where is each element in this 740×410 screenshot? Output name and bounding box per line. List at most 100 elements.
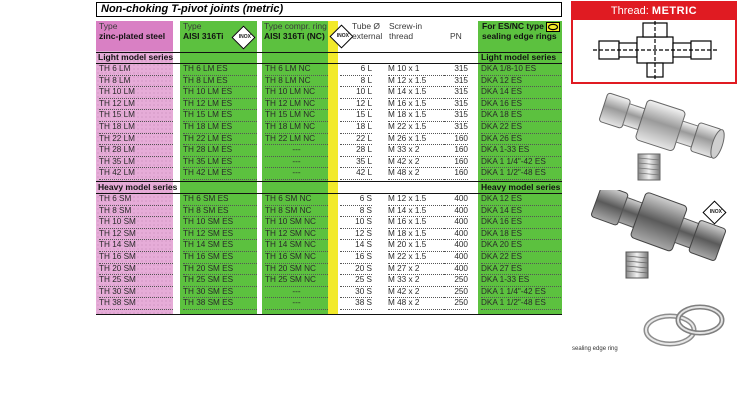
cell-nc-type: TH 10 SM NC [265,217,328,229]
table-row: TH 8 LM TH 8 LM ES TH 8 LM NC 8 L M 12 x 1.5… [0,76,740,88]
cell-tube: 15 L [340,110,372,122]
cell-zinc-type: TH 16 SM [99,252,173,264]
cell-thread: M 26 x 1.5 [388,134,444,146]
cell-pn: 160 [444,168,468,180]
cell-pn: 315 [444,76,468,88]
cell-nc-type: TH 6 LM NC [265,64,328,76]
cell-aisi-type: TH 12 LM ES [183,99,257,111]
cell-nc-type: TH 16 SM NC [265,252,328,264]
cell-thread: M 16 x 1.5 [388,217,444,229]
cell-nc-type: TH 12 LM NC [265,99,328,111]
cell-sealing-ring: DKA 16 ES [481,99,561,111]
cell-thread: M 14 x 1.5 [388,87,444,99]
cell-sealing-ring: DKA 26 ES [481,134,561,146]
cell-sealing-ring: DKA 16 ES [481,217,561,229]
section-light: Light model series [98,52,174,62]
cell-pn: 400 [444,194,468,206]
cell-tube: 35 L [340,157,372,169]
cell-aisi-type: TH 12 SM ES [183,229,257,241]
cell-pn: 160 [444,145,468,157]
cell-zinc-type: TH 30 SM [99,287,173,299]
cell-nc-type: TH 8 SM NC [265,206,328,218]
cell-tube: 10 S [340,217,372,229]
cell-aisi-type: TH 10 SM ES [183,217,257,229]
cell-aisi-type: TH 8 LM ES [183,76,257,88]
cell-thread: M 18 x 1.5 [388,110,444,122]
cell-thread: M 48 x 2 [388,298,444,310]
cell-tube: 30 S [340,287,372,299]
cell-pn: 315 [444,64,468,76]
section-light-seal: Light model series [481,52,557,62]
cell-aisi-type: TH 15 LM ES [183,110,257,122]
cell-nc-type: TH 12 SM NC [265,229,328,241]
cell-tube: 25 S [340,275,372,287]
cell-nc-type: --- [265,157,328,169]
cell-nc-type: TH 22 LM NC [265,134,328,146]
cell-tube: 10 L [340,87,372,99]
cell-nc-type: TH 18 LM NC [265,122,328,134]
cell-thread: M 16 x 1.5 [388,99,444,111]
cell-zinc-type: TH 8 SM [99,206,173,218]
cell-nc-type: --- [265,145,328,157]
cell-sealing-ring: DKA 27 ES [481,264,561,276]
cell-thread: M 42 x 2 [388,157,444,169]
cell-aisi-type: TH 18 LM ES [183,122,257,134]
header-thread: Screw-in thread [389,21,423,41]
table-row: TH 38 SM TH 38 SM ES --- 38 S M 48 x 2 250 DKA… [0,298,740,310]
cell-thread: M 22 x 1.5 [388,252,444,264]
cell-zinc-type: TH 20 SM [99,264,173,276]
cell-sealing-ring: DKA 1 1/2"-48 ES [481,298,561,310]
cell-zinc-type: TH 12 LM [99,99,173,111]
cell-zinc-type: TH 38 SM [99,298,173,310]
cell-aisi-type: TH 10 LM ES [183,87,257,99]
cell-nc-type: TH 10 LM NC [265,87,328,99]
sealing-ring-caption: sealing edge ring [572,346,618,352]
cell-sealing-ring: DKA 1/8-10 ES [481,64,561,76]
header-tube: Tube Ø external [352,21,383,41]
cell-pn: 315 [444,99,468,111]
cell-aisi-type: TH 14 SM ES [183,240,257,252]
cell-aisi-type: TH 38 SM ES [183,298,257,310]
cell-pn: 250 [444,275,468,287]
cell-thread: M 42 x 2 [388,287,444,299]
cell-tube: 42 L [340,168,372,180]
cell-sealing-ring: DKA 22 ES [481,122,561,134]
cell-tube: 12 S [340,229,372,241]
cell-pn: 400 [444,206,468,218]
cell-sealing-ring: DKA 22 ES [481,252,561,264]
cell-thread: M 18 x 1.5 [388,229,444,241]
cell-nc-type: --- [265,287,328,299]
cell-tube: 12 L [340,99,372,111]
cell-thread: M 12 x 1.5 [388,194,444,206]
cell-thread: M 33 x 2 [388,145,444,157]
cell-aisi-type: TH 20 SM ES [183,264,257,276]
header-zinc: Type zinc-plated steel [99,21,166,41]
cell-thread: M 20 x 1.5 [388,240,444,252]
cell-nc-type: TH 6 SM NC [265,194,328,206]
cell-nc-type: TH 20 SM NC [265,264,328,276]
cell-sealing-ring: DKA 20 ES [481,240,561,252]
cell-aisi-type: TH 35 LM ES [183,157,257,169]
cell-thread: M 22 x 1.5 [388,122,444,134]
cell-pn: 400 [444,229,468,241]
cell-aisi-type: TH 28 LM ES [183,145,257,157]
cell-aisi-type: TH 25 SM ES [183,275,257,287]
cell-aisi-type: TH 42 LM ES [183,168,257,180]
cell-nc-type: --- [265,298,328,310]
cell-aisi-type: TH 6 SM ES [183,194,257,206]
cell-pn: 160 [444,134,468,146]
cell-sealing-ring: DKA 1-33 ES [481,275,561,287]
cell-aisi-type: TH 30 SM ES [183,287,257,299]
cell-zinc-type: TH 18 LM [99,122,173,134]
cell-sealing-ring: DKA 14 ES [481,87,561,99]
cell-tube: 14 S [340,240,372,252]
cell-nc-type: TH 8 LM NC [265,76,328,88]
header-compr-ring: Type compr. ring AISI 316Ti (NC) [264,21,327,41]
cell-pn: 400 [444,264,468,276]
cell-aisi-type: TH 22 LM ES [183,134,257,146]
section-heavy: Heavy model series [98,182,178,192]
cell-pn: 250 [444,287,468,299]
page-title: Non-choking T-pivot joints (metric) [96,2,562,17]
cell-tube: 6 L [340,64,372,76]
cell-nc-type: TH 25 SM NC [265,275,328,287]
